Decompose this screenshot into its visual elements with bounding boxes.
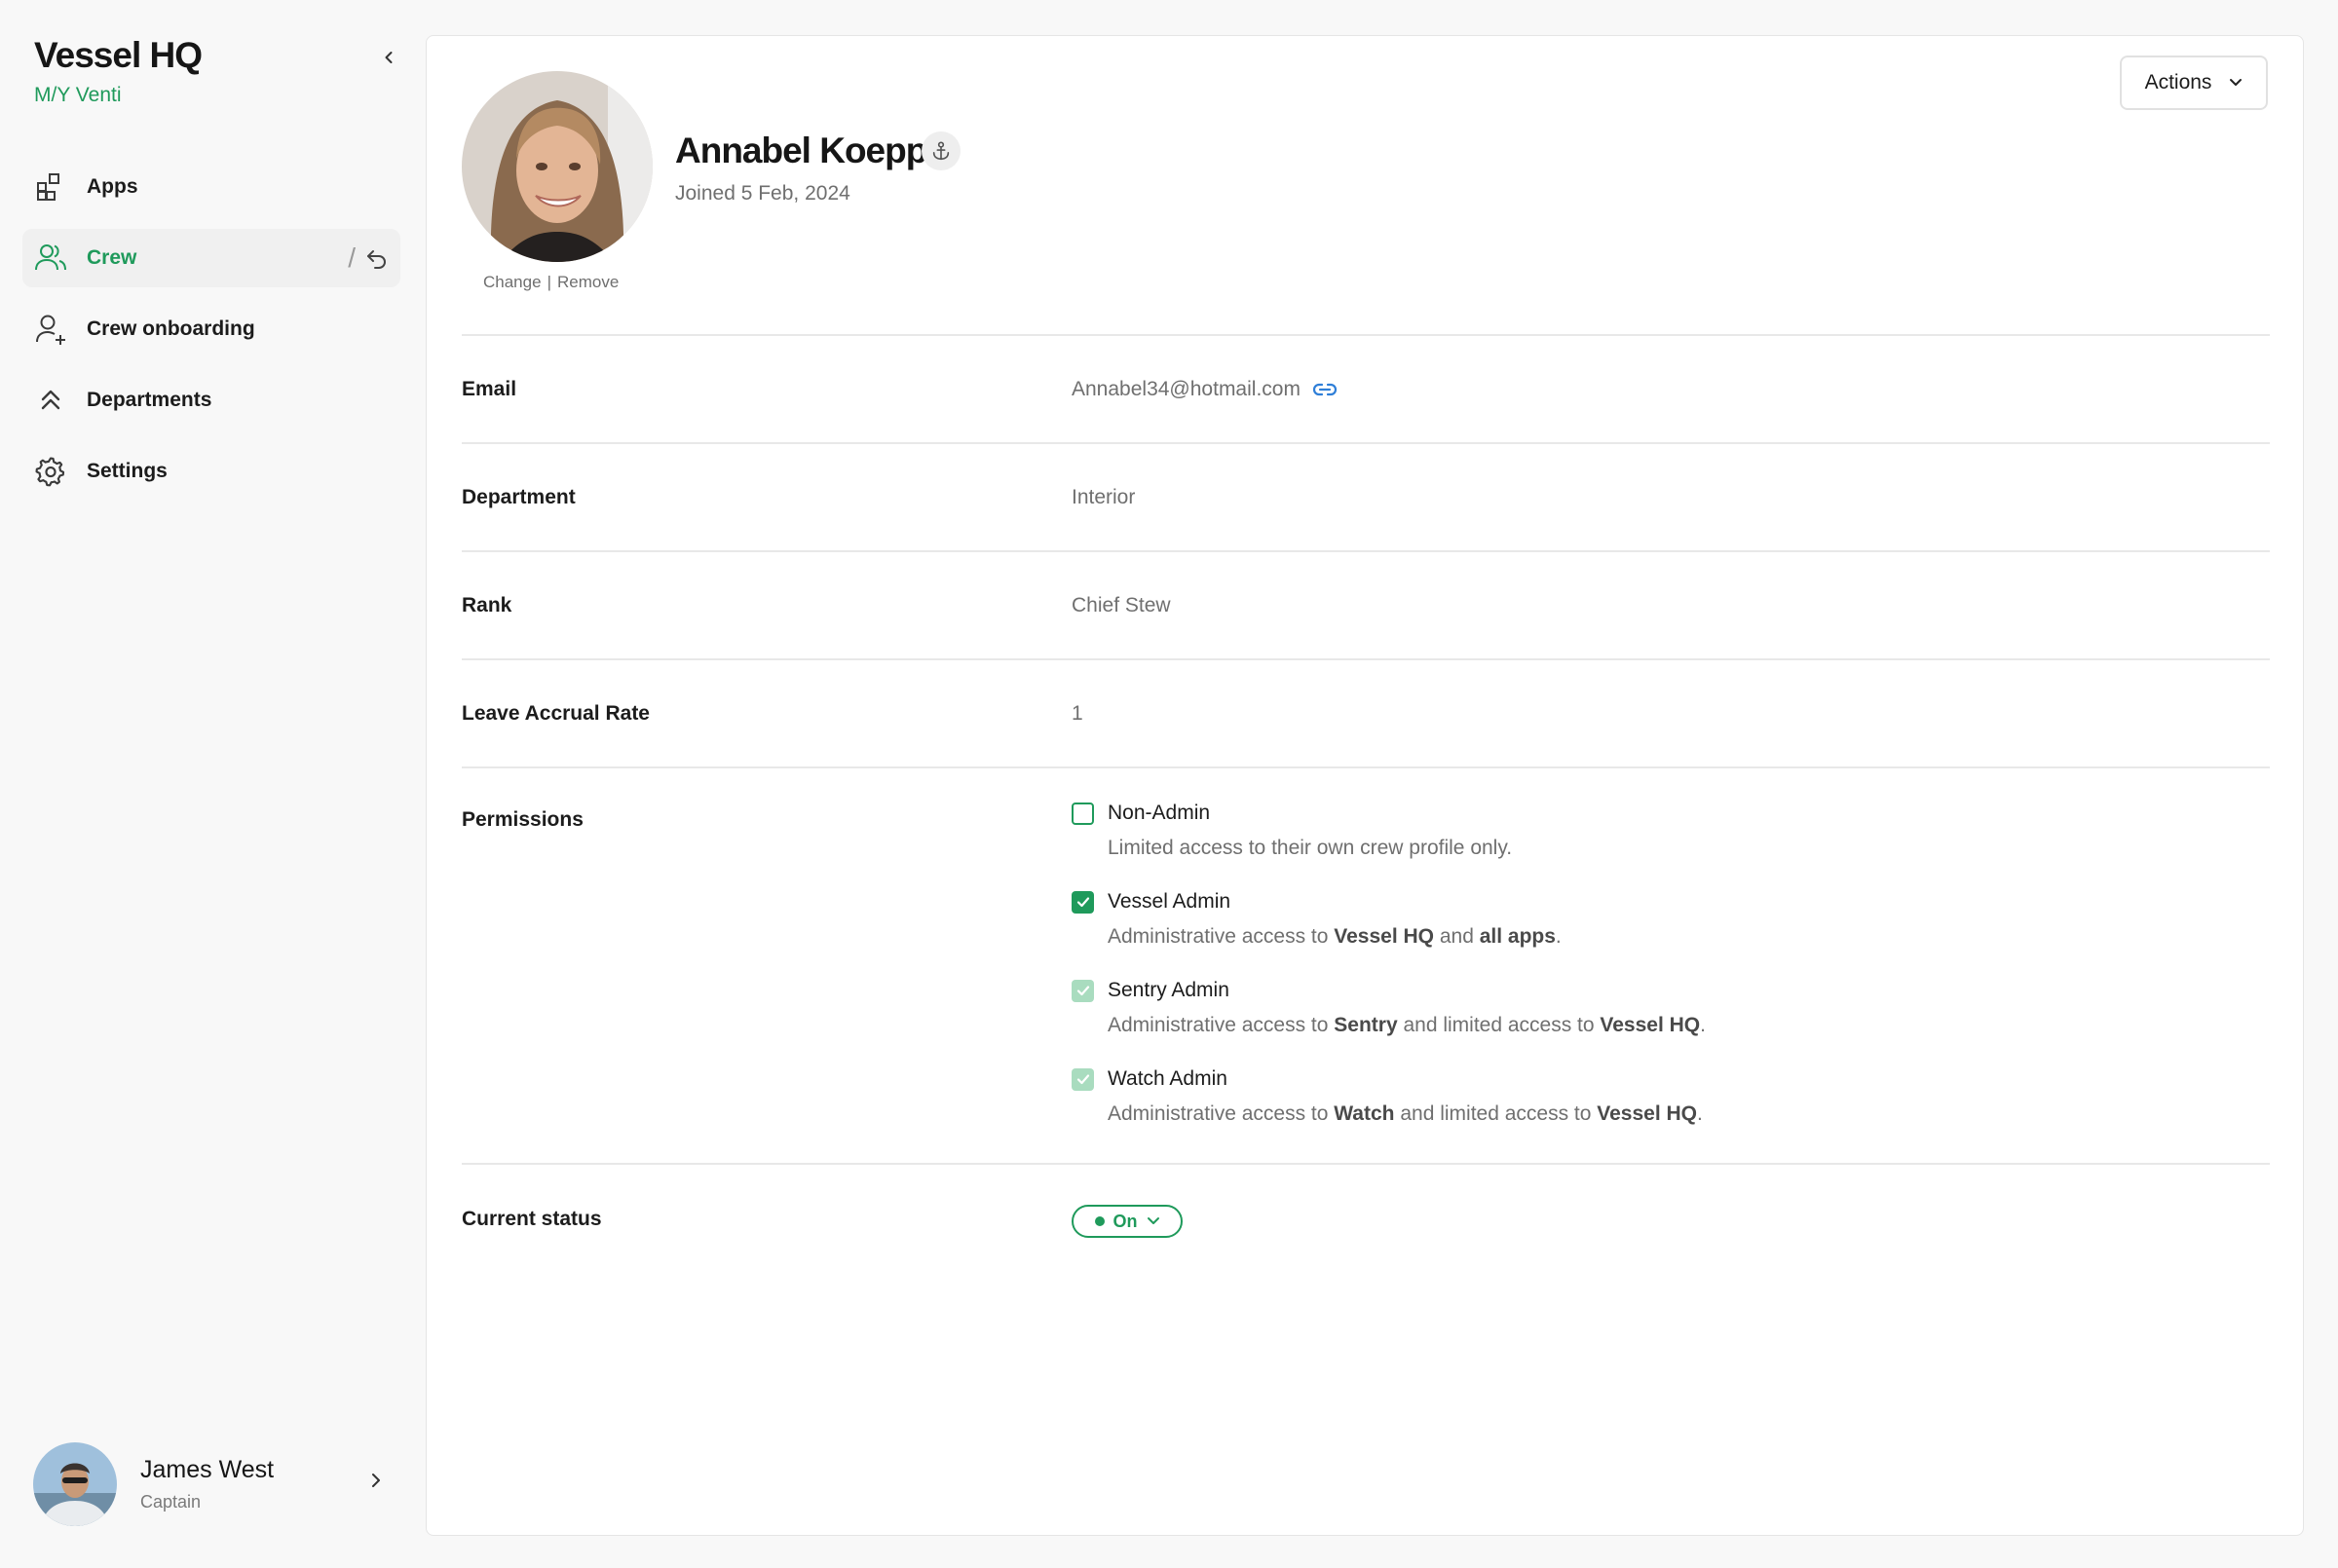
sidebar-item-label: Crew onboarding bbox=[87, 317, 255, 340]
sidebar-item-label: Apps bbox=[87, 175, 138, 198]
crew-icon bbox=[34, 242, 67, 275]
vessel-name: M/Y Venti bbox=[34, 84, 122, 106]
chevron-right-icon bbox=[372, 1474, 380, 1487]
permission-watch-admin: Watch Admin Administrative access to Wat… bbox=[1072, 1067, 1703, 1126]
check-icon bbox=[1076, 897, 1089, 908]
permission-description: Administrative access to Vessel HQ and a… bbox=[1108, 925, 1562, 949]
leave-accrual-label: Leave Accrual Rate bbox=[462, 702, 650, 725]
sidebar-item-label: Crew bbox=[87, 246, 137, 269]
permission-title: Sentry Admin bbox=[1108, 979, 1229, 1001]
description-text: . bbox=[1697, 1102, 1703, 1125]
description-text: and bbox=[1434, 925, 1480, 948]
emphasis-text: Vessel HQ bbox=[1597, 1102, 1697, 1125]
leave-accrual-value: 1 bbox=[1072, 702, 1083, 725]
permission-description: Administrative access to Sentry and limi… bbox=[1108, 1014, 1706, 1037]
status-dot-icon bbox=[1094, 1216, 1105, 1226]
photo-actions-separator: | bbox=[547, 273, 551, 291]
email-value: Annabel34@hotmail.com bbox=[1072, 378, 1301, 400]
non-admin-checkbox[interactable] bbox=[1072, 802, 1094, 825]
divider bbox=[462, 550, 2270, 552]
description-text: . bbox=[1555, 925, 1562, 948]
check-icon bbox=[1076, 1074, 1089, 1085]
divider bbox=[462, 334, 2270, 336]
sidebar-item-crew-onboarding[interactable]: Crew onboarding bbox=[22, 300, 400, 358]
apps-icon bbox=[34, 170, 67, 204]
gear-icon bbox=[34, 455, 67, 488]
description-text: . bbox=[1700, 1014, 1706, 1036]
current-user-card[interactable]: James West Captain bbox=[33, 1441, 394, 1527]
user-add-icon bbox=[34, 313, 67, 346]
watch-admin-checkbox[interactable] bbox=[1072, 1067, 1094, 1091]
profile-photo bbox=[462, 71, 653, 262]
actions-label: Actions bbox=[2144, 71, 2212, 93]
crew-profile-panel: Actions Change | Remove Annabel Koepp Jo bbox=[426, 35, 2304, 1536]
change-photo-link[interactable]: Change bbox=[483, 273, 542, 292]
status-dropdown[interactable]: On bbox=[1072, 1205, 1183, 1238]
sidebar-item-label: Departments bbox=[87, 389, 212, 411]
rank-label: Rank bbox=[462, 594, 512, 616]
sidebar-item-departments[interactable]: Departments bbox=[22, 371, 400, 429]
anchor-badge bbox=[922, 131, 961, 170]
divider bbox=[462, 658, 2270, 660]
app-title: Vessel HQ bbox=[34, 35, 203, 75]
divider bbox=[462, 442, 2270, 444]
permission-non-admin: Non-Admin Limited access to their own cr… bbox=[1072, 802, 1512, 860]
actions-dropdown-button[interactable]: Actions bbox=[2120, 56, 2268, 110]
description-text: Administrative access to bbox=[1108, 925, 1335, 948]
rank-value: Chief Stew bbox=[1072, 594, 1171, 616]
crew-shortcut: / bbox=[348, 243, 389, 274]
shortcut-separator: / bbox=[348, 243, 356, 273]
chevron-left-icon bbox=[385, 52, 393, 63]
divider bbox=[462, 766, 2270, 768]
description-text: Administrative access to bbox=[1108, 1102, 1335, 1125]
undo-icon[interactable] bbox=[365, 246, 389, 270]
sidebar-item-crew[interactable]: Crew / bbox=[22, 229, 400, 287]
chevron-down-icon bbox=[1147, 1217, 1159, 1224]
emphasis-text: Watch bbox=[1334, 1102, 1395, 1125]
permission-vessel-admin: Vessel Admin Administrative access to Ve… bbox=[1072, 890, 1562, 949]
description-text: and limited access to bbox=[1397, 1014, 1601, 1036]
department-value: Interior bbox=[1072, 486, 1136, 508]
divider bbox=[462, 1163, 2270, 1165]
joined-date: Joined 5 Feb, 2024 bbox=[675, 182, 850, 205]
sidebar-item-apps[interactable]: Apps bbox=[22, 158, 400, 216]
permission-title: Vessel Admin bbox=[1108, 890, 1231, 913]
anchor-icon bbox=[932, 141, 950, 161]
photo-actions: Change | Remove bbox=[483, 273, 619, 292]
sentry-admin-checkbox[interactable] bbox=[1072, 979, 1094, 1002]
emphasis-text: all apps bbox=[1479, 925, 1556, 948]
sidebar-item-label: Settings bbox=[87, 460, 168, 482]
sidebar-nav: Apps Crew / Crew onboarding Departments … bbox=[22, 158, 400, 513]
permissions-label: Permissions bbox=[462, 808, 584, 831]
check-icon bbox=[1076, 986, 1089, 996]
description-text: Administrative access to bbox=[1108, 1014, 1335, 1036]
emphasis-text: Sentry bbox=[1334, 1014, 1398, 1036]
email-value-row: Annabel34@hotmail.com bbox=[1072, 378, 1338, 401]
description-text: Limited access to their own crew profile… bbox=[1108, 837, 1513, 859]
sidebar: Vessel HQ M/Y Venti Apps Crew / Crew onb… bbox=[0, 0, 421, 1568]
department-label: Department bbox=[462, 486, 576, 508]
chevron-down-icon bbox=[2230, 79, 2243, 86]
collapse-sidebar-button[interactable] bbox=[374, 43, 403, 72]
profile-name: Annabel Koepp bbox=[675, 131, 927, 170]
link-icon[interactable] bbox=[1312, 382, 1338, 397]
emphasis-text: Vessel HQ bbox=[1600, 1014, 1701, 1036]
remove-photo-link[interactable]: Remove bbox=[557, 273, 619, 292]
permission-title: Non-Admin bbox=[1108, 802, 1211, 824]
permission-sentry-admin: Sentry Admin Administrative access to Se… bbox=[1072, 979, 1706, 1037]
sidebar-item-settings[interactable]: Settings bbox=[22, 442, 400, 501]
user-name: James West bbox=[140, 1456, 275, 1483]
vessel-admin-checkbox[interactable] bbox=[1072, 890, 1094, 914]
status-value: On bbox=[1112, 1211, 1138, 1231]
permission-description: Administrative access to Watch and limit… bbox=[1108, 1102, 1703, 1126]
chevrons-up-icon bbox=[34, 384, 67, 417]
current-status-label: Current status bbox=[462, 1208, 602, 1230]
emphasis-text: Vessel HQ bbox=[1334, 925, 1434, 948]
permission-title: Watch Admin bbox=[1108, 1067, 1227, 1090]
permission-description: Limited access to their own crew profile… bbox=[1108, 837, 1512, 860]
avatar bbox=[33, 1442, 117, 1526]
description-text: and limited access to bbox=[1394, 1102, 1598, 1125]
user-role: Captain bbox=[140, 1492, 202, 1512]
email-label: Email bbox=[462, 378, 517, 400]
